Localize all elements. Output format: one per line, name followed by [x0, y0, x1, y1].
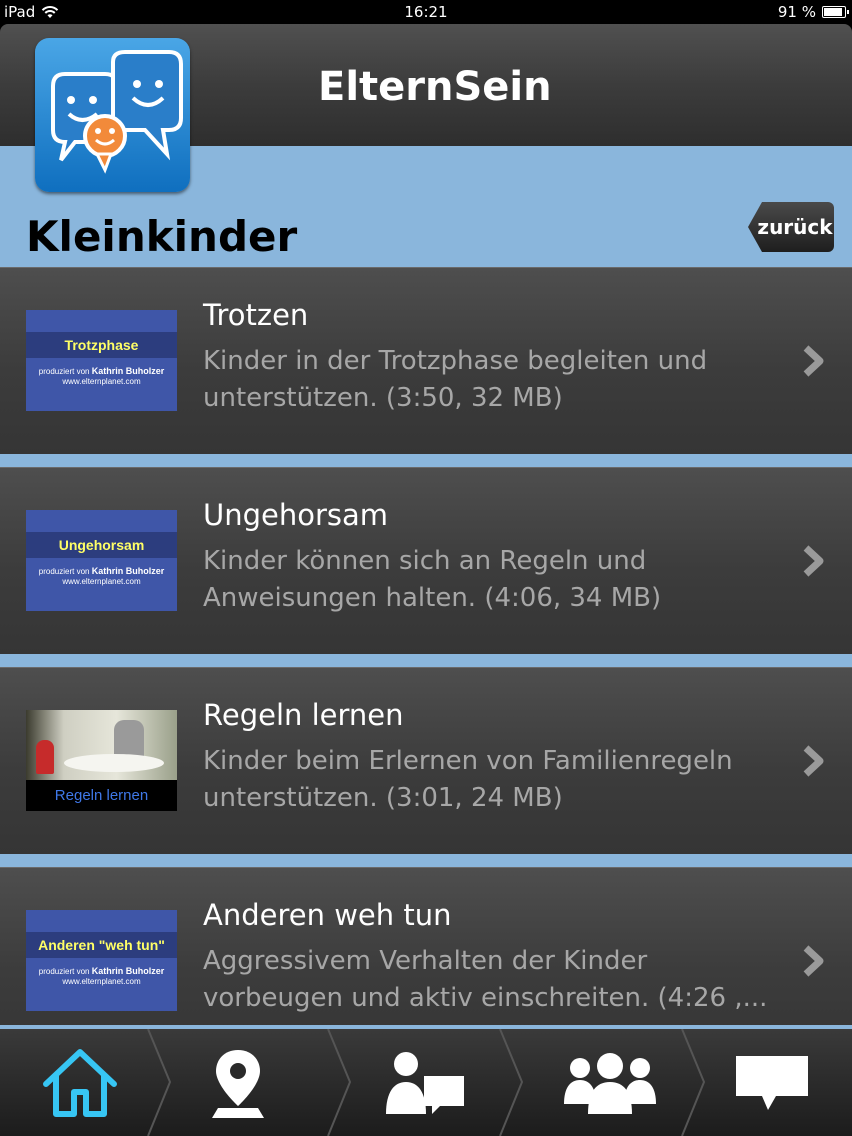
battery-icon	[822, 6, 849, 18]
thumbnail-credit: produziert von Kathrin Buholzer www.elte…	[26, 366, 177, 387]
video-thumbnail: Ungehorsam produziert von Kathrin Buholz…	[26, 510, 177, 611]
video-thumbnail: Regeln lernen	[26, 710, 177, 811]
thumbnail-credit: produziert von Kathrin Buholzer www.elte…	[26, 566, 177, 587]
tab-map[interactable]	[158, 1029, 318, 1136]
thumbnail-title: Ungehorsam	[26, 532, 177, 558]
credit-name: Kathrin Buholzer	[91, 366, 165, 376]
speech-bubbles-faces-logo	[51, 50, 183, 174]
battery-percent: 91 %	[777, 3, 816, 21]
credit-name: Kathrin Buholzer	[91, 966, 165, 976]
tab-bar	[0, 1025, 852, 1136]
clock: 16:21	[404, 3, 448, 21]
tab-home[interactable]	[0, 1029, 160, 1136]
app-title: ElternSein	[318, 64, 552, 110]
list-item[interactable]: Anderen "weh tun" produziert von Kathrin…	[0, 867, 852, 1025]
counselor-chat-icon	[386, 1051, 464, 1114]
tab-community[interactable]	[530, 1029, 690, 1136]
chevron-right-icon	[803, 945, 824, 977]
video-thumbnail: Anderen "weh tun" produziert von Kathrin…	[26, 910, 177, 1011]
credit-prefix: produziert von	[38, 567, 90, 576]
speech-bubble-icon	[736, 1055, 808, 1110]
section-title: Kleinkinder	[26, 212, 298, 261]
thumbnail-photo-table	[64, 754, 164, 772]
credit-prefix: produziert von	[38, 367, 90, 376]
group-icon	[564, 1052, 656, 1114]
item-description: Kinder beim Erlernen von Familienregeln …	[203, 746, 733, 813]
item-title: Trotzen	[203, 298, 309, 332]
map-pin-icon	[212, 1049, 264, 1118]
credit-prefix: produziert von	[38, 967, 90, 976]
thumbnail-credit: produziert von Kathrin Buholzer www.elte…	[26, 966, 177, 987]
tab-messages[interactable]	[692, 1029, 852, 1136]
item-title: Anderen weh tun	[203, 898, 452, 932]
tab-separator	[499, 1029, 524, 1136]
status-bar: iPad 16:21 91 %	[0, 0, 852, 24]
tab-counseling[interactable]	[345, 1029, 505, 1136]
list-item[interactable]: Trotzphase produziert von Kathrin Buholz…	[0, 267, 852, 454]
video-list: Trotzphase produziert von Kathrin Buholz…	[0, 267, 852, 1025]
list-item[interactable]: Ungehorsam produziert von Kathrin Buholz…	[0, 467, 852, 654]
credit-url: www.elternplanet.com	[62, 577, 141, 586]
thumbnail-photo-child	[36, 740, 54, 774]
thumbnail-title: Trotzphase	[26, 332, 177, 358]
list-item[interactable]: Regeln lernen Regeln lernen Kinder beim …	[0, 667, 852, 854]
item-title: Regeln lernen	[203, 698, 404, 732]
app-logo	[35, 38, 190, 192]
thumbnail-caption: Regeln lernen	[26, 780, 177, 811]
chevron-right-icon	[803, 745, 824, 777]
thumbnail-title: Anderen "weh tun"	[26, 932, 177, 958]
credit-name: Kathrin Buholzer	[91, 566, 165, 576]
item-description: Kinder in der Trotzphase begleiten und u…	[203, 346, 708, 413]
credit-url: www.elternplanet.com	[62, 977, 141, 986]
item-description: Aggressivem Verhalten der Kinder vorbeug…	[203, 946, 768, 1013]
chevron-right-icon	[803, 345, 824, 377]
video-thumbnail: Trotzphase produziert von Kathrin Buholz…	[26, 310, 177, 411]
home-icon	[43, 1048, 117, 1117]
credit-url: www.elternplanet.com	[62, 377, 141, 386]
chevron-right-icon	[803, 545, 824, 577]
item-title: Ungehorsam	[203, 498, 389, 532]
item-description: Kinder können sich an Regeln und Anweisu…	[203, 546, 662, 613]
back-button[interactable]: zurück	[748, 202, 834, 252]
